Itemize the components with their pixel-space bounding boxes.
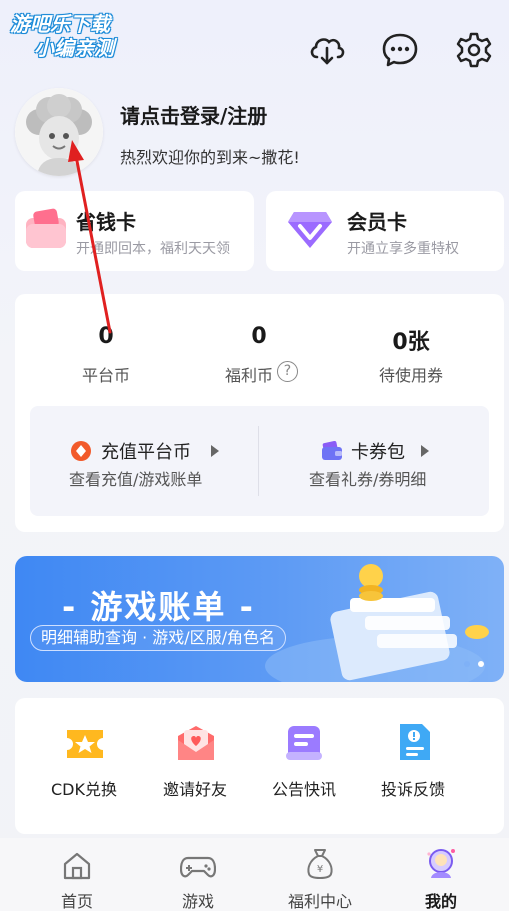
coupon-wallet-title: 卡券包 (351, 442, 405, 463)
help-icon[interactable]: ? (277, 361, 298, 382)
invite-friends-label: 邀请好友 (162, 780, 227, 799)
announcement-card-icon (286, 726, 322, 760)
nav-label-games: 游戏 (181, 892, 214, 911)
coupon-count-value: 0张 (392, 330, 430, 355)
banner-title: - 游戏账单 - (62, 588, 255, 626)
savings-card-subtitle: 开通即回本，福利天天领 (76, 241, 230, 257)
triangle-right-icon (421, 445, 429, 457)
nav-label-home: 首页 (60, 892, 93, 911)
money-bag-icon: ¥ (307, 849, 333, 879)
envelope-heart-icon (178, 726, 214, 760)
banner-subtitle: 明细辅助查询 · 游戏/区服/角色名 (30, 625, 287, 651)
nav-label-welfare: 福利中心 (287, 892, 352, 911)
nav-label-mine: 我的 (424, 892, 457, 911)
recharge-diamond-icon (71, 441, 91, 461)
avatar[interactable] (15, 88, 103, 176)
cdk-exchange-label: CDK兑换 (51, 780, 117, 799)
coupon-wallet-subtitle: 查看礼券/券明细 (309, 470, 427, 489)
platform-coin-label[interactable]: 平台币 (51, 362, 161, 386)
welcome-text: 热烈欢迎你的到来~撒花! (120, 148, 300, 167)
svg-text:¥: ¥ (317, 864, 323, 875)
recharge-subtitle: 查看充值/游戏账单 (69, 470, 203, 489)
mine-avatar-icon (427, 849, 455, 878)
wallet-icon (26, 208, 66, 248)
savings-card-title: 省钱卡 (76, 210, 136, 234)
welfare-coin-value: 0 (251, 324, 267, 349)
ticket-star-icon (67, 730, 103, 758)
gamepad-icon (180, 856, 216, 878)
coupon-wallet-icon (322, 441, 342, 460)
complaint-feedback-label: 投诉反馈 (380, 780, 445, 799)
member-card-subtitle: 开通立享多重特权 (347, 241, 459, 257)
feedback-document-icon (400, 724, 430, 760)
coupon-count-label[interactable]: 待使用券 (356, 362, 466, 386)
home-icon (63, 852, 91, 880)
member-diamond-icon (288, 212, 332, 248)
announcements-label: 公告快讯 (271, 780, 336, 799)
chat-icon[interactable] (380, 30, 420, 70)
settings-gear-icon[interactable] (454, 30, 494, 70)
download-cloud-icon[interactable] (307, 30, 347, 70)
triangle-right-icon (211, 445, 219, 457)
login-register-link[interactable]: 请点击登录/注册 (120, 100, 267, 129)
member-card-title: 会员卡 (347, 210, 407, 234)
watermark-logo: 游吧乐下载 小编亲测 (10, 12, 114, 60)
recharge-title: 充值平台币 (101, 442, 191, 463)
platform-coin-value: 0 (98, 324, 114, 349)
avatar-cartoon-icon (15, 88, 103, 176)
